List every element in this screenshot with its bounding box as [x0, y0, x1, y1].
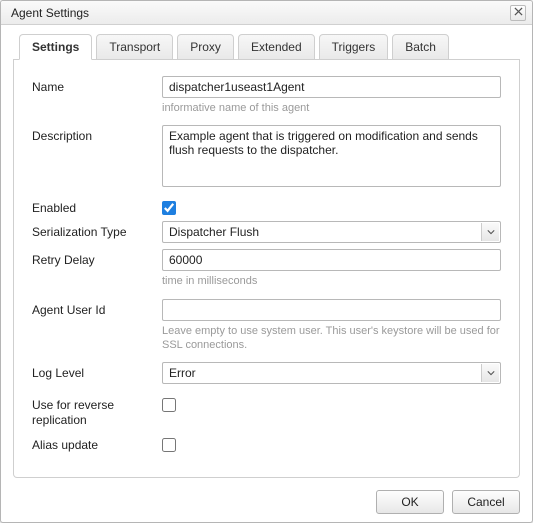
tabstrip: Settings Transport Proxy Extended Trigge…	[13, 33, 520, 60]
description-textarea[interactable]: Example agent that is triggered on modif…	[162, 125, 501, 187]
alias-update-label: Alias update	[32, 434, 162, 452]
ok-button[interactable]: OK	[376, 490, 444, 514]
retry-delay-label: Retry Delay	[32, 249, 162, 267]
name-hint: informative name of this agent	[162, 101, 501, 115]
button-row: OK Cancel	[376, 490, 520, 514]
log-level-label: Log Level	[32, 362, 162, 380]
tab-extended[interactable]: Extended	[238, 34, 315, 60]
tab-settings[interactable]: Settings	[19, 34, 92, 60]
enabled-checkbox[interactable]	[162, 201, 176, 215]
serialization-type-label: Serialization Type	[32, 221, 162, 239]
retry-delay-hint: time in milliseconds	[162, 274, 501, 288]
tab-proxy[interactable]: Proxy	[177, 34, 234, 60]
agent-user-id-input[interactable]	[162, 299, 501, 321]
agent-settings-dialog: Agent Settings Settings Transport Proxy …	[0, 0, 533, 523]
cancel-button[interactable]: Cancel	[452, 490, 520, 514]
alias-update-checkbox[interactable]	[162, 438, 176, 452]
enabled-label: Enabled	[32, 197, 162, 215]
tab-transport[interactable]: Transport	[96, 34, 173, 60]
tab-triggers[interactable]: Triggers	[319, 34, 389, 60]
reverse-replication-label: Use for reverse replication	[32, 394, 162, 428]
tabpanel-settings: Name informative name of this agent Desc…	[13, 60, 520, 478]
retry-delay-input[interactable]	[162, 249, 501, 271]
log-level-select[interactable]: Error	[162, 362, 501, 384]
close-icon	[514, 7, 523, 19]
reverse-replication-checkbox[interactable]	[162, 398, 176, 412]
titlebar: Agent Settings	[1, 1, 532, 25]
tab-batch[interactable]: Batch	[392, 34, 449, 60]
dialog-title: Agent Settings	[11, 6, 89, 20]
tabs-area: Settings Transport Proxy Extended Trigge…	[1, 25, 532, 478]
name-input[interactable]	[162, 76, 501, 98]
agent-user-id-label: Agent User Id	[32, 299, 162, 317]
agent-user-id-hint: Leave empty to use system user. This use…	[162, 324, 501, 353]
serialization-type-select[interactable]: Dispatcher Flush	[162, 221, 501, 243]
description-label: Description	[32, 125, 162, 143]
close-button[interactable]	[510, 5, 526, 21]
name-label: Name	[32, 76, 162, 94]
